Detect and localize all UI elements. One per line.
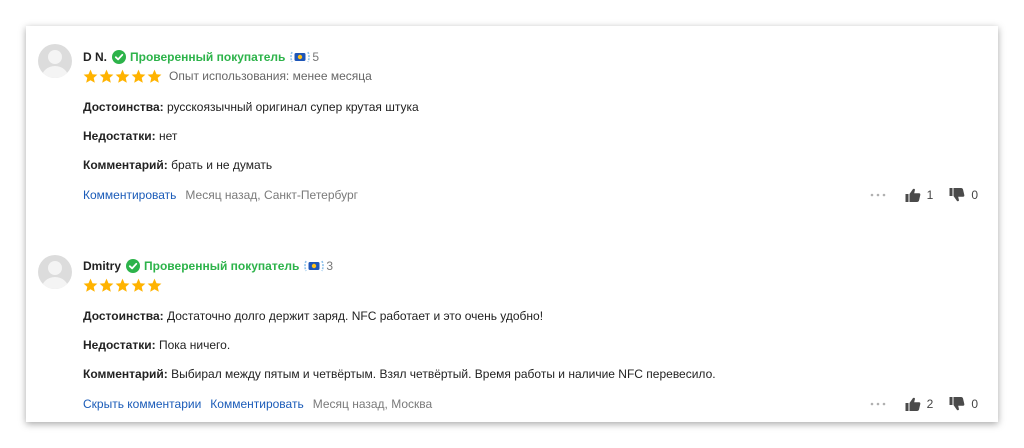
star-icon (83, 69, 98, 83)
dislike-count: 0 (971, 188, 978, 202)
avatar (38, 255, 72, 289)
comment-value: Выбирал между пятым и четвёртым. Взял че… (171, 367, 716, 381)
pros-text: Достоинства: Достаточно долго держит зар… (83, 309, 543, 323)
pros-text: Достоинства: русскоязычный оригинал супе… (83, 100, 419, 114)
dislike-button[interactable]: 0 (949, 188, 978, 202)
comment-label: Комментарий: (83, 367, 168, 381)
star-icon (99, 69, 114, 83)
review-header: D N. Проверенный покупатель 5 (83, 49, 319, 65)
thumbs-up-icon (905, 397, 920, 411)
rating-row (83, 277, 163, 293)
review-footer: Скрыть комментарии Комментировать Месяц … (83, 396, 978, 412)
cons-label: Недостатки: (83, 338, 156, 352)
rating-stars (83, 69, 163, 84)
like-button[interactable]: 1 (905, 188, 934, 202)
verified-buyer-label: Проверенный покупатель (130, 50, 286, 64)
star-icon (83, 278, 98, 292)
comment-link[interactable]: Комментировать (210, 397, 303, 411)
review-footer: Комментировать Месяц назад, Санкт-Петерб… (83, 187, 978, 203)
usage-duration: Опыт использования: менее месяца (169, 69, 372, 83)
cons-text: Недостатки: нет (83, 129, 177, 143)
cons-value: Пока ничего. (158, 338, 231, 352)
star-icon (131, 69, 146, 83)
review-date-location: Месяц назад, Санкт-Петербург (185, 188, 359, 202)
review-header: Dmitry Проверенный покупатель 3 (83, 258, 333, 274)
like-count: 1 (926, 188, 934, 202)
laurel-badge-icon[interactable] (303, 259, 325, 273)
rating-stars (83, 278, 163, 293)
reviews-card: D N. Проверенный покупатель 5 Опыт испол… (26, 26, 998, 422)
cons-label: Недостатки: (83, 129, 156, 143)
check-circle-icon (126, 259, 141, 273)
pros-label: Достоинства: (83, 309, 164, 323)
review-date-location: Месяц назад, Москва (312, 397, 433, 411)
pros-value: русскоязычный оригинал супер крутая штук… (167, 100, 419, 114)
thumbs-up-icon (905, 188, 920, 202)
star-icon (115, 69, 130, 83)
cons-text: Недостатки: Пока ничего. (83, 338, 230, 352)
cons-value: нет (158, 129, 178, 143)
star-icon (131, 278, 146, 292)
star-icon (147, 69, 162, 83)
pros-label: Достоинства: (83, 100, 164, 114)
author-name[interactable]: D N. (83, 50, 107, 64)
badge-count: 5 (312, 50, 320, 64)
avatar (38, 44, 72, 78)
dislike-button[interactable]: 0 (949, 397, 978, 411)
comment-text: Комментарий: Выбирал между пятым и четвё… (83, 367, 716, 381)
comment-text: Комментарий: брать и не думать (83, 158, 272, 172)
author-name[interactable]: Dmitry (83, 259, 121, 273)
verified-buyer-label: Проверенный покупатель (144, 259, 300, 273)
like-button[interactable]: 2 (905, 397, 934, 411)
dislike-count: 0 (971, 397, 978, 411)
ellipsis-icon[interactable] (869, 401, 887, 407)
comment-link[interactable]: Комментировать (83, 188, 176, 202)
badge-count: 3 (326, 259, 334, 273)
laurel-badge-icon[interactable] (289, 50, 311, 64)
pros-value: Достаточно долго держит заряд. NFC работ… (167, 309, 544, 323)
thumbs-down-icon (949, 397, 965, 411)
rating-row: Опыт использования: менее месяца (83, 68, 372, 84)
star-icon (115, 278, 130, 292)
check-circle-icon (112, 50, 126, 64)
like-count: 2 (926, 397, 934, 411)
comment-label: Комментарий: (83, 158, 168, 172)
ellipsis-icon[interactable] (869, 192, 887, 198)
thumbs-down-icon (949, 188, 965, 202)
hide-comments-link[interactable]: Скрыть комментарии (83, 397, 201, 411)
comment-value: брать и не думать (171, 158, 273, 172)
star-icon (99, 278, 114, 292)
star-icon (147, 278, 162, 292)
